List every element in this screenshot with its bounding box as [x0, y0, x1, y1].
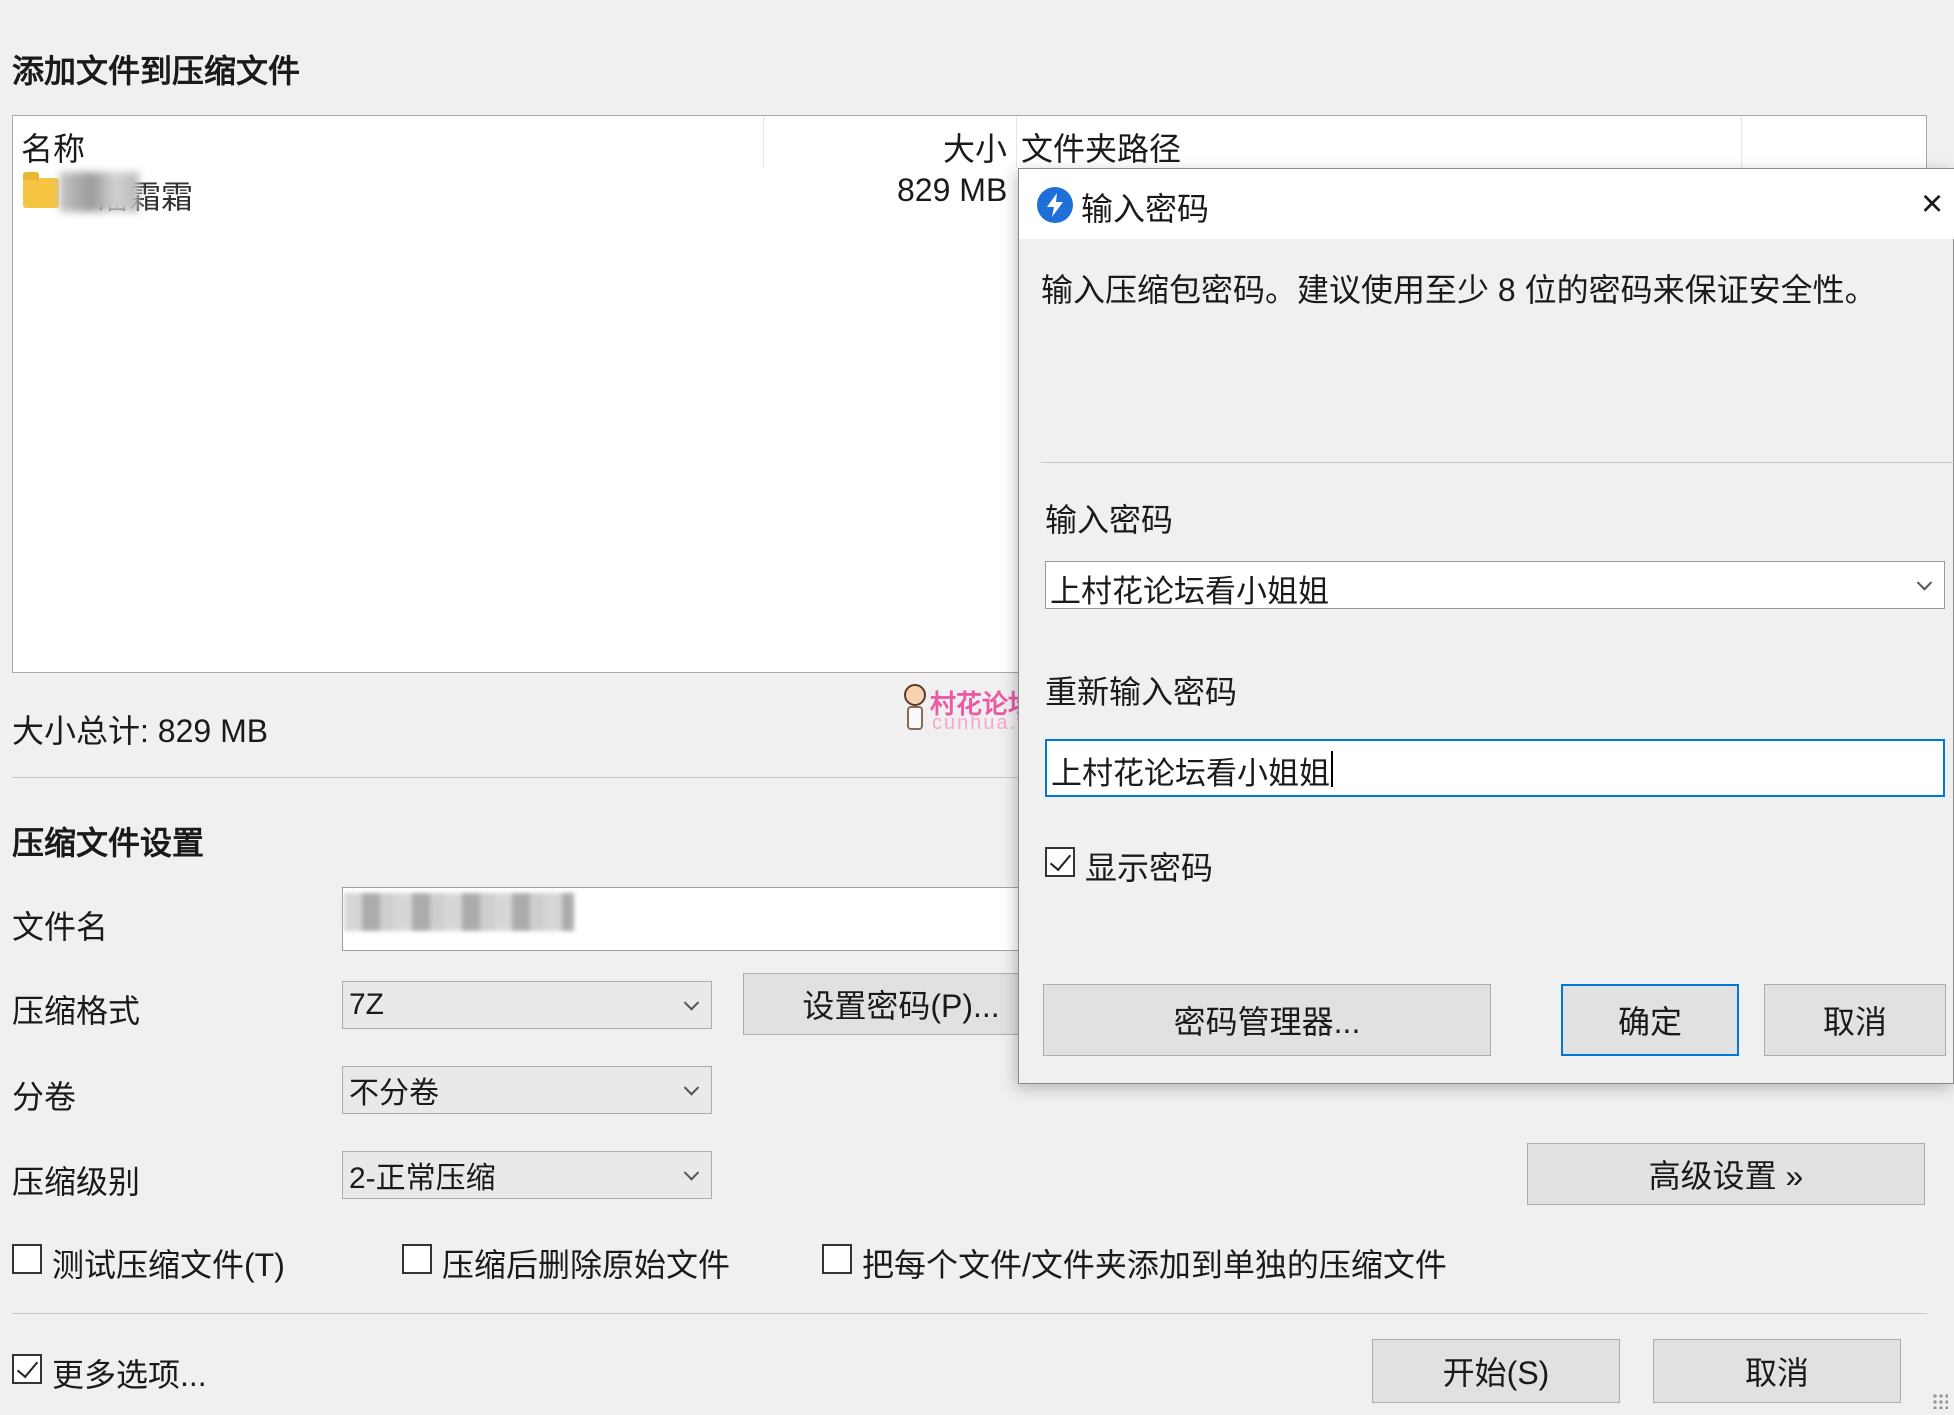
table-row[interactable]: 潘霜霜 829 MB: [13, 168, 1013, 215]
column-separator[interactable]: [1016, 116, 1017, 168]
format-select[interactable]: 7Z: [342, 981, 712, 1029]
password-label: 输入密码: [1045, 502, 1174, 538]
format-value: 7Z: [349, 988, 385, 1021]
checkbox-label: 把每个文件/文件夹添加到单独的压缩文件: [862, 1247, 1447, 1283]
column-header-name[interactable]: 名称: [21, 124, 85, 170]
close-icon[interactable]: ×: [1921, 185, 1943, 223]
dialog-cancel-button[interactable]: 取消: [1764, 984, 1946, 1056]
file-size: 829 MB: [897, 172, 1008, 208]
watermark-mascot-icon: [904, 684, 926, 706]
resize-grip-icon[interactable]: [1932, 1393, 1948, 1409]
level-value: 2-正常压缩: [349, 1162, 496, 1195]
option-test-archive[interactable]: 测试压缩文件(T): [12, 1244, 312, 1284]
filename-label: 文件名: [12, 909, 109, 945]
password-manager-button[interactable]: 密码管理器...: [1043, 984, 1491, 1056]
advanced-settings-button[interactable]: 高级设置 »: [1527, 1143, 1925, 1205]
reenter-password-value: 上村花论坛看小姐姐: [1051, 756, 1330, 791]
checkbox[interactable]: [12, 1244, 42, 1274]
format-label: 压缩格式: [12, 993, 141, 1029]
reenter-password-label: 重新输入密码: [1045, 674, 1238, 710]
more-options-toggle[interactable]: 更多选项...: [12, 1354, 252, 1394]
bandizip-app-icon: [1037, 187, 1073, 223]
settings-title: 压缩文件设置: [12, 825, 205, 861]
checkbox[interactable]: [402, 1244, 432, 1274]
password-input[interactable]: 上村花论坛看小姐姐: [1045, 561, 1945, 609]
text-cursor: [1331, 751, 1333, 787]
folder-icon: [23, 172, 59, 208]
chevron-down-icon[interactable]: [1916, 575, 1933, 591]
redaction-blur: [344, 893, 574, 931]
dialog-description: 输入压缩包密码。建议使用至少 8 位的密码来保证安全性。: [1041, 272, 1877, 308]
redaction-blur: [59, 172, 139, 212]
password-dialog: 输入密码 × 输入压缩包密码。建议使用至少 8 位的密码来保证安全性。 输入密码…: [1018, 168, 1954, 1084]
dialog-title: 输入密码: [1081, 191, 1210, 227]
chevron-down-icon: [683, 995, 700, 1011]
checkbox-label: 更多选项...: [52, 1357, 207, 1393]
show-password-toggle[interactable]: 显示密码: [1045, 847, 1265, 887]
split-label: 分卷: [12, 1079, 77, 1115]
checkbox-checked[interactable]: [1045, 847, 1075, 877]
column-separator[interactable]: [1741, 116, 1742, 168]
checkbox-label: 测试压缩文件(T): [52, 1247, 285, 1283]
chevron-down-icon: [683, 1165, 700, 1181]
checkbox-checked[interactable]: [12, 1354, 42, 1384]
level-select[interactable]: 2-正常压缩: [342, 1151, 712, 1199]
option-separate-archives[interactable]: 把每个文件/文件夹添加到单独的压缩文件: [822, 1244, 1462, 1284]
column-header-size[interactable]: 大小: [943, 124, 1007, 170]
watermark-mascot-body: [907, 706, 923, 730]
divider: [12, 1313, 1927, 1314]
divider: [1041, 462, 1954, 463]
password-value: 上村花论坛看小姐姐: [1050, 574, 1329, 609]
window-title: 添加文件到压缩文件: [12, 53, 301, 89]
start-button[interactable]: 开始(S): [1372, 1339, 1620, 1403]
split-select[interactable]: 不分卷: [342, 1066, 712, 1114]
reenter-password-input[interactable]: 上村花论坛看小姐姐: [1045, 739, 1945, 797]
checkbox[interactable]: [822, 1244, 852, 1274]
set-password-button[interactable]: 设置密码(P)...: [743, 973, 1033, 1035]
option-delete-originals[interactable]: 压缩后删除原始文件: [402, 1244, 742, 1284]
level-label: 压缩级别: [12, 1164, 141, 1200]
dialog-titlebar[interactable]: 输入密码 ×: [1019, 169, 1954, 239]
column-separator[interactable]: [763, 116, 764, 168]
chevron-down-icon: [683, 1080, 700, 1096]
column-header-folder-path[interactable]: 文件夹路径: [1021, 124, 1181, 170]
cancel-button[interactable]: 取消: [1653, 1339, 1901, 1403]
split-value: 不分卷: [349, 1077, 439, 1110]
checkbox-label: 显示密码: [1085, 850, 1214, 886]
total-size: 大小总计: 829 MB: [12, 713, 269, 749]
ok-button[interactable]: 确定: [1561, 984, 1739, 1056]
checkbox-label: 压缩后删除原始文件: [442, 1247, 731, 1283]
